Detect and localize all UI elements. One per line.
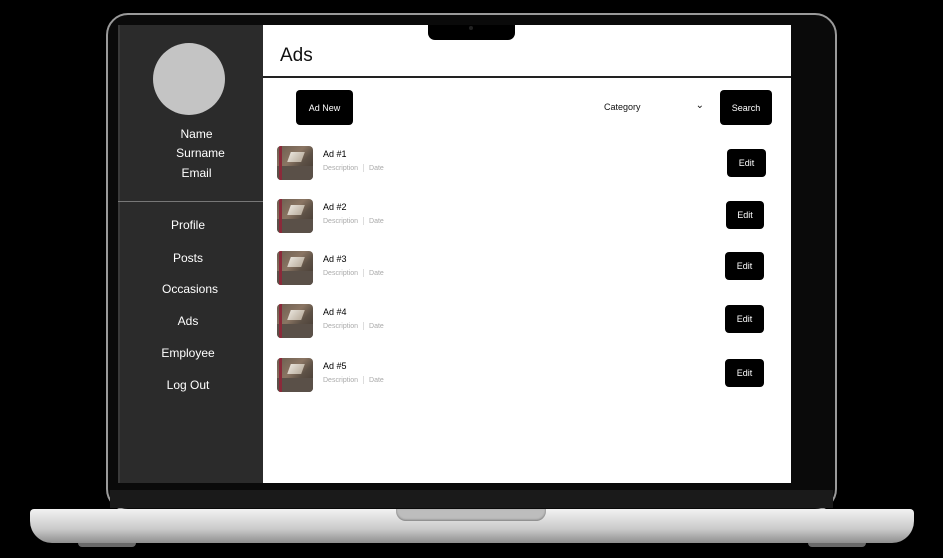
sidebar-item-ads[interactable]: Ads (118, 314, 258, 328)
ad-meta: Description Date (323, 217, 384, 225)
sidebar-item-employee[interactable]: Employee (118, 346, 258, 360)
ad-description: Description (323, 376, 359, 384)
laptop-opening-groove (396, 509, 546, 521)
ad-date: Date (369, 322, 384, 330)
profile-name: Name (180, 127, 213, 141)
ad-description: Description (323, 269, 359, 277)
title-divider (263, 76, 791, 78)
app-screen: Name Surname Email Profile Posts Occasio… (118, 25, 791, 483)
search-button[interactable]: Search (720, 90, 772, 125)
ad-date: Date (369, 376, 384, 384)
ad-title: Ad #2 (323, 202, 347, 212)
ad-title: Ad #1 (323, 149, 347, 159)
sidebar-divider (118, 201, 263, 202)
ad-meta: Description Date (323, 269, 384, 277)
ad-meta: Description Date (323, 164, 384, 172)
category-label: Category (604, 102, 641, 112)
sidebar-item-occasions[interactable]: Occasions (120, 282, 260, 296)
sidebar-item-logout[interactable]: Log Out (118, 378, 258, 392)
sidebar-item-profile[interactable]: Profile (118, 218, 258, 232)
camera-icon (469, 26, 473, 30)
ad-thumbnail (277, 304, 313, 338)
list-item: Ad #2 Description Date Edit (277, 199, 777, 237)
list-item: Ad #5 Description Date Edit (277, 358, 777, 396)
sidebar-item-posts[interactable]: Posts (118, 251, 258, 265)
ad-thumbnail (277, 146, 313, 180)
ad-meta: Description Date (323, 322, 384, 330)
profile-surname: Surname (176, 146, 225, 160)
ad-title: Ad #5 (323, 361, 347, 371)
list-item: Ad #4 Description Date Edit (277, 304, 777, 342)
edit-button[interactable]: Edit (725, 252, 764, 280)
ad-title: Ad #4 (323, 307, 347, 317)
ad-date: Date (369, 269, 384, 277)
laptop-hinge (110, 490, 833, 508)
ad-description: Description (323, 164, 359, 172)
ad-date: Date (369, 217, 384, 225)
sidebar: Name Surname Email Profile Posts Occasio… (118, 25, 263, 483)
ad-thumbnail (277, 358, 313, 392)
profile-email: Email (181, 166, 212, 180)
edit-button[interactable]: Edit (727, 149, 766, 177)
list-item: Ad #3 Description Date Edit (277, 251, 777, 289)
add-new-ad-button[interactable]: Ad New (296, 90, 353, 125)
page-title: Ads (280, 45, 313, 66)
laptop-foot (808, 543, 866, 547)
laptop-foot (78, 543, 136, 547)
main-content: Ads Ad New Category ⌄ Search Ad #1 Descr… (263, 25, 791, 483)
avatar (153, 43, 225, 115)
edit-button[interactable]: Edit (725, 359, 764, 387)
ad-thumbnail (277, 251, 313, 285)
ad-meta: Description Date (323, 376, 384, 384)
ad-description: Description (323, 217, 359, 225)
edit-button[interactable]: Edit (726, 201, 764, 229)
category-select[interactable]: Category ⌄ (604, 100, 704, 116)
chevron-down-icon: ⌄ (695, 100, 704, 111)
ad-description: Description (323, 322, 359, 330)
edit-button[interactable]: Edit (725, 305, 764, 333)
ad-date: Date (369, 164, 384, 172)
ad-title: Ad #3 (323, 254, 347, 264)
ad-thumbnail (277, 199, 313, 233)
list-item: Ad #1 Description Date Edit (277, 146, 777, 184)
